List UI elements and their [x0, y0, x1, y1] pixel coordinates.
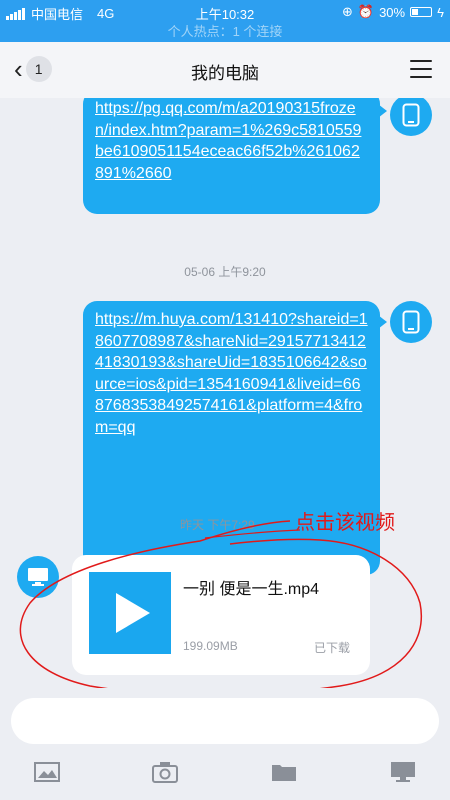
play-icon [116, 593, 150, 633]
hotspot-banner[interactable]: 个人热点：1 个连接 [0, 22, 450, 42]
alarm-icon: ⏰ [357, 4, 375, 19]
folder-icon[interactable] [270, 760, 298, 784]
phone-icon [402, 310, 420, 334]
message-bubble-link[interactable]: https://pg.qq.com/m/a20190315frozen/inde… [83, 98, 387, 214]
chat-area[interactable]: https://pg.qq.com/m/a20190315frozen/inde… [0, 98, 450, 688]
message-timestamp: 05-06 上午9:20 [184, 265, 266, 279]
status-bar: 中国电信 4G 上午10:32 ⊕ ⏰ 30% ϟ [0, 0, 450, 22]
nav-bar: ‹ 1 我的电脑 [0, 42, 450, 98]
device-avatar[interactable] [390, 98, 432, 136]
device-avatar[interactable] [390, 301, 432, 343]
annotation-text: 点击该视频 [295, 512, 395, 534]
image-icon[interactable] [33, 760, 61, 784]
battery-label: 30% [379, 4, 406, 20]
download-status: 已下载 [313, 641, 350, 655]
file-size: 199.09MB [183, 639, 238, 653]
page-title: 我的电脑 [191, 64, 259, 83]
video-file-card[interactable]: 一别 便是一生.mp4 199.09MB 已下载 [72, 555, 370, 675]
video-thumbnail[interactable] [89, 572, 171, 654]
status-right: ⊕ ⏰ 30% ϟ [342, 4, 444, 20]
computer-avatar[interactable] [17, 556, 59, 598]
message-input[interactable] [11, 698, 439, 744]
charging-icon: ϟ [437, 4, 444, 20]
phone-icon [402, 103, 420, 127]
file-name: 一别 便是一生.mp4 [183, 581, 320, 598]
monitor-icon [28, 568, 48, 586]
battery-icon [410, 7, 433, 17]
camera-icon[interactable] [151, 760, 179, 784]
computer-icon[interactable] [389, 760, 417, 784]
message-link[interactable]: https://m.huya.com/131410?shareid=186077… [95, 311, 368, 436]
composer-toolbar [0, 752, 450, 792]
message-link[interactable]: https://pg.qq.com/m/a20190315frozen/inde… [95, 100, 361, 182]
message-timestamp: 昨天 下午7:29 [180, 518, 255, 532]
composer [0, 688, 450, 800]
lock-rotation-icon: ⊕ [341, 4, 353, 19]
menu-button[interactable] [410, 60, 432, 80]
